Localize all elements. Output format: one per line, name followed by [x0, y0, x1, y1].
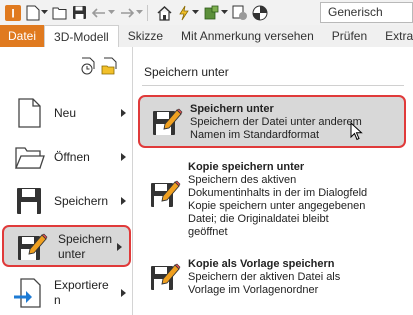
option-description-line: Datei; die Originaldatei bleibt — [188, 213, 329, 225]
quick-access-toolbar: I Generisch — [0, 0, 413, 25]
toolbar-divider — [147, 4, 148, 21]
option-description-line: Dokumentinhalts in der im Dialogfeld — [188, 187, 368, 199]
option-description-line: Namen im Standardformat — [190, 129, 319, 141]
option-description-line: Vorlage im Vorlagenordner — [188, 284, 319, 296]
tab-tools[interactable]: Extras — [376, 25, 413, 47]
option-description: Speichern der aktiven Datei als Vorlage … — [188, 271, 340, 297]
tab-3d-model[interactable]: 3D-Modell — [44, 25, 119, 47]
new-file-icon — [26, 5, 40, 20]
menu-item-export[interactable]: Exportiere n — [0, 271, 133, 315]
tab-annotate[interactable]: Mit Anmerkung versehen — [172, 25, 323, 47]
file-menu: Neu Öffnen Speichern Speichern unter Exp… — [0, 47, 133, 315]
open-button[interactable] — [52, 3, 68, 23]
inventor-logo-icon: I — [5, 4, 21, 21]
chevron-right-icon — [121, 197, 126, 205]
measure-box-icon — [204, 5, 219, 19]
save-as-panel: Speichern unter Speichern unter Speicher… — [134, 47, 413, 315]
option-description-line: geöffnet — [188, 226, 228, 238]
chevron-down-icon — [108, 10, 115, 14]
option-description: Speichern der Datei unter anderem Namen … — [190, 116, 362, 142]
ribbon-tabs: Datei 3D-Modell Skizze Mit Anmerkung ver… — [0, 25, 413, 47]
option-title: Kopie als Vorlage speichern — [188, 258, 335, 270]
redo-button[interactable] — [119, 3, 143, 23]
measure-button[interactable] — [203, 3, 228, 23]
option-description-line: Speichern des aktiven — [188, 174, 297, 186]
menu-item-label-line1: Speichern — [58, 232, 113, 246]
appearance-button[interactable] — [252, 3, 268, 23]
new-file-button[interactable] — [26, 3, 48, 23]
recent-documents-icon[interactable] — [80, 57, 98, 75]
undo-button[interactable] — [91, 3, 115, 23]
folder-icon — [52, 7, 67, 19]
save-button[interactable] — [72, 3, 87, 23]
app-menu-button[interactable]: I — [4, 3, 22, 23]
checkered-sphere-icon — [252, 5, 268, 20]
appearance-combo[interactable]: Generisch — [320, 2, 413, 23]
chevron-right-icon — [121, 289, 126, 297]
chevron-down-icon — [192, 10, 199, 14]
menu-item-label: Neu — [54, 106, 77, 120]
file-menu-top-icons — [80, 57, 119, 75]
redo-arrow-icon — [121, 7, 135, 18]
save-copy-as-icon — [151, 180, 181, 207]
floppy-disk-icon — [17, 188, 41, 214]
properties-button[interactable] — [232, 3, 248, 23]
option-title: Kopie speichern unter — [188, 161, 305, 173]
undo-arrow-icon — [91, 7, 105, 18]
new-file-icon — [18, 98, 41, 128]
export-icon — [14, 278, 41, 308]
update-button[interactable] — [177, 3, 199, 23]
chevron-down-icon — [136, 10, 143, 14]
option-save-as[interactable]: Speichern unter Speichern der Datei unte… — [138, 95, 406, 148]
menu-item-open[interactable]: Öffnen — [0, 135, 133, 179]
option-description-line: Speichern der Datei unter anderem — [190, 116, 362, 128]
tab-inspect[interactable]: Prüfen — [323, 25, 376, 47]
option-title: Speichern unter — [190, 103, 274, 115]
svg-text:I: I — [11, 6, 14, 20]
save-as-icon — [153, 108, 183, 135]
home-button[interactable] — [156, 3, 173, 23]
panel-title: Speichern unter — [144, 65, 229, 79]
option-save-copy-as[interactable]: Kopie speichern unter Speichern des akti… — [138, 155, 406, 247]
home-icon — [157, 5, 172, 21]
panel-divider — [142, 85, 404, 86]
menu-item-label-line2: n — [54, 293, 61, 307]
menu-item-label-line1: Exportiere — [54, 278, 109, 292]
mouse-cursor-icon — [350, 122, 363, 141]
menu-item-label: Öffnen — [54, 150, 90, 164]
chevron-down-icon — [41, 10, 48, 14]
save-as-icon — [18, 233, 48, 260]
lightning-icon — [179, 5, 189, 20]
properties-icon — [232, 5, 247, 20]
menu-item-label: Speichern — [54, 194, 109, 208]
menu-item-new[interactable]: Neu — [0, 91, 133, 135]
save-template-icon — [151, 263, 181, 290]
option-description-line: Speichern der aktiven Datei als — [188, 271, 341, 283]
tab-sketch[interactable]: Skizze — [119, 25, 172, 47]
menu-item-save-as[interactable]: Speichern unter — [2, 225, 131, 267]
menu-item-label: Exportiere n — [54, 278, 109, 308]
option-save-copy-as-template[interactable]: Kopie als Vorlage speichern Speichern de… — [138, 252, 406, 302]
menu-item-label: Speichern unter — [58, 232, 112, 262]
option-description: Speichern des aktiven Dokumentinhalts in… — [188, 174, 367, 239]
chevron-down-icon — [221, 10, 228, 14]
chevron-right-icon — [121, 153, 126, 161]
menu-item-save[interactable]: Speichern — [0, 179, 133, 223]
tab-file[interactable]: Datei — [0, 25, 45, 47]
floppy-disk-icon — [73, 6, 86, 19]
chevron-right-icon — [121, 109, 126, 117]
chevron-right-icon — [117, 243, 122, 251]
menu-item-label-line2: unter — [58, 247, 86, 261]
folder-open-icon — [15, 147, 45, 169]
option-description-line: Kopie speichern unter angegebenen — [188, 200, 366, 212]
open-documents-icon[interactable] — [101, 57, 119, 75]
